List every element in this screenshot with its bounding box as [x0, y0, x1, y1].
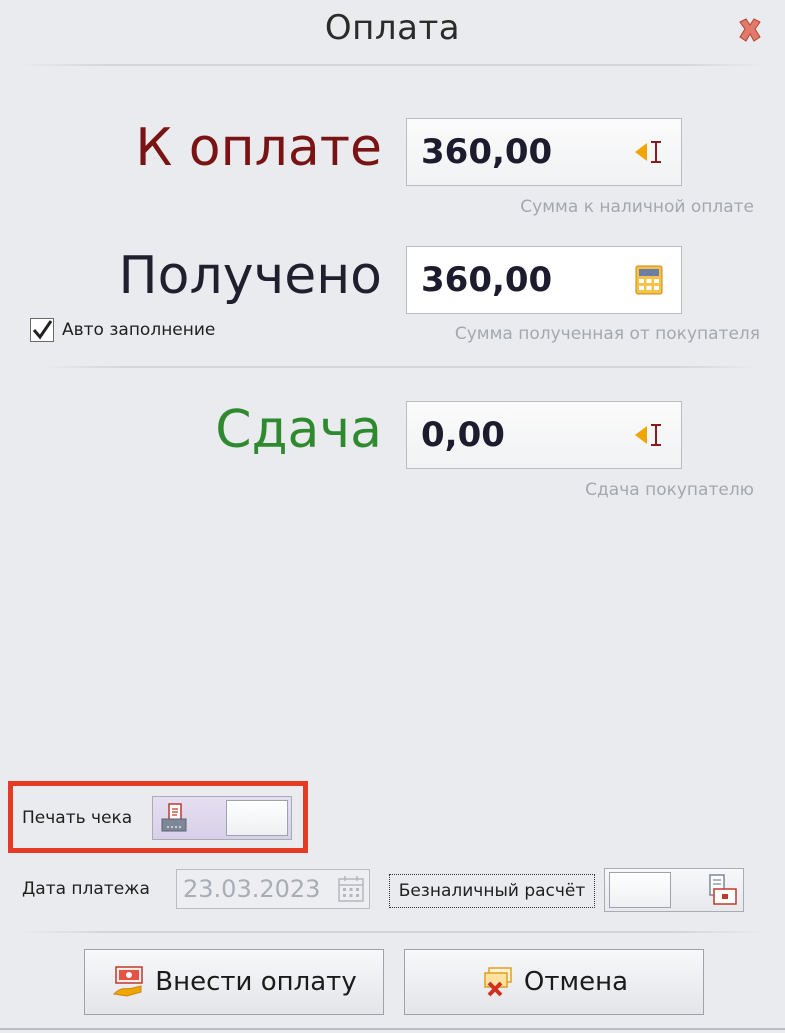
- auto-fill-label: Авто заполнение: [62, 320, 216, 340]
- print-receipt-label: Печать чека: [22, 808, 133, 828]
- change-label: Сдача: [215, 400, 382, 460]
- to-pay-label: К оплате: [135, 118, 382, 178]
- window-bottom-border: [0, 1028, 785, 1030]
- text-cursor-icon: [629, 132, 669, 172]
- cashless-toggle-knob[interactable]: [609, 872, 671, 908]
- received-value: 360,00: [421, 260, 553, 300]
- submit-payment-label: Внести оплату: [155, 967, 357, 997]
- cancel-label: Отмена: [523, 967, 629, 997]
- to-pay-value: 360,00: [421, 132, 553, 172]
- payment-date-value: 23.03.2023: [183, 875, 321, 903]
- calendar-icon[interactable]: [333, 872, 369, 906]
- received-input[interactable]: 360,00: [406, 246, 682, 314]
- auto-fill-checkbox-row[interactable]: Авто заполнение: [30, 318, 215, 342]
- change-field[interactable]: 0,00: [406, 401, 682, 469]
- printer-icon: [157, 801, 191, 835]
- payment-date-field[interactable]: 23.03.2023: [176, 869, 370, 909]
- cashless-toggle[interactable]: [604, 868, 744, 912]
- change-hint: Сдача покупателю: [585, 480, 754, 500]
- change-value: 0,00: [421, 415, 505, 455]
- cash-payment-icon: [111, 964, 147, 1000]
- title-divider: [20, 64, 765, 66]
- close-icon: [739, 18, 761, 42]
- submit-payment-button[interactable]: Внести оплату: [84, 949, 384, 1015]
- cashless-label[interactable]: Безналичный расчёт: [389, 874, 595, 908]
- payment-date-label: Дата платежа: [22, 879, 150, 899]
- buttons-divider: [20, 931, 765, 933]
- card-terminal-icon: [705, 873, 739, 907]
- received-label: Получено: [118, 246, 382, 306]
- received-hint: Сумма полученная от покупателя: [454, 324, 760, 344]
- cancel-icon: [480, 964, 516, 1000]
- print-receipt-toggle-knob[interactable]: [226, 800, 288, 836]
- window-title: Оплата: [324, 8, 461, 48]
- auto-fill-checkbox[interactable]: [30, 318, 54, 342]
- cancel-button[interactable]: Отмена: [404, 949, 704, 1015]
- close-button[interactable]: [728, 8, 772, 52]
- section-divider: [40, 366, 760, 368]
- calculator-icon[interactable]: [629, 260, 669, 300]
- to-pay-field[interactable]: 360,00: [406, 118, 682, 186]
- print-receipt-toggle[interactable]: [152, 796, 292, 840]
- text-cursor-icon: [629, 415, 669, 455]
- checkmark-icon: [32, 320, 53, 340]
- to-pay-hint: Сумма к наличной оплате: [520, 197, 754, 217]
